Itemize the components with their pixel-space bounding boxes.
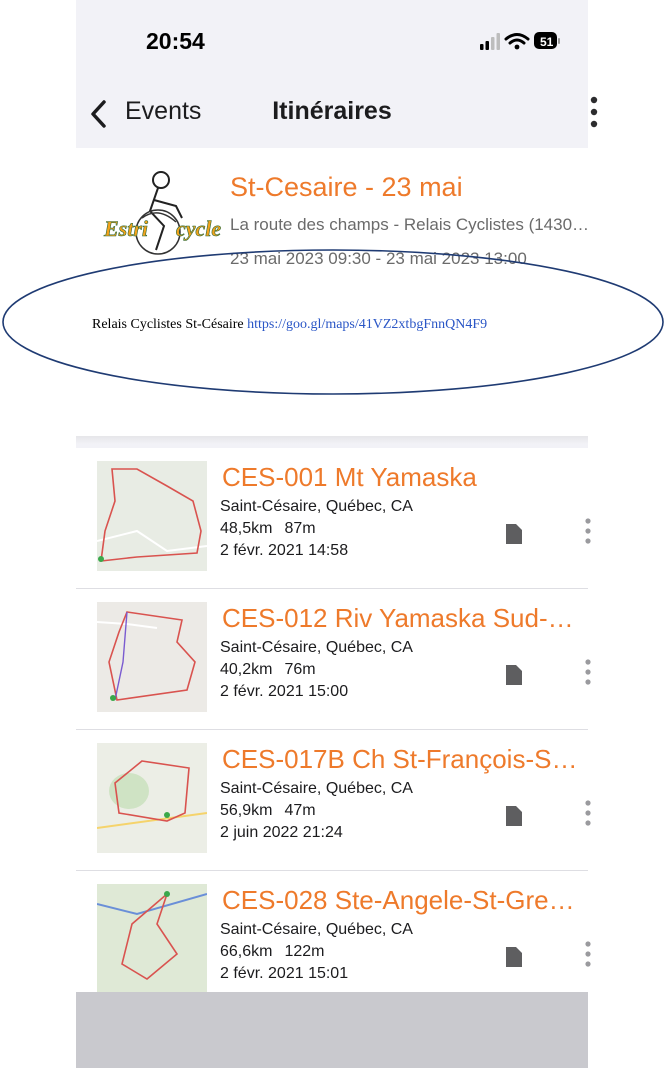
- list-item[interactable]: CES-012 Riv Yamaska Sud-St-Alexis Saint-…: [76, 589, 591, 730]
- route-stats: 66,6km 122m: [220, 943, 325, 961]
- route-map-thumbnail: [97, 884, 207, 994]
- route-elevation: 47m: [284, 802, 316, 819]
- route-location: Saint-Césaire, Québec, CA: [220, 498, 413, 515]
- file-icon[interactable]: [506, 806, 522, 826]
- maps-link[interactable]: https://goo.gl/maps/41VZ2xtbgFnnQN4F9: [247, 317, 487, 332]
- routes-list: CES-001 Mt Yamaska Saint-Césaire, Québec…: [76, 448, 591, 1011]
- route-date: 2 févr. 2021 15:00: [220, 683, 349, 700]
- route-distance: 66,6km: [220, 943, 273, 960]
- route-stats: 56,9km 47m: [220, 802, 316, 820]
- more-options-icon[interactable]: [585, 940, 591, 968]
- route-elevation: 87m: [284, 520, 316, 537]
- route-title: CES-017B Ch St-François-St-Paul: [222, 744, 584, 774]
- route-title: CES-028 Ste-Angele-St-Gregoire: [222, 885, 584, 915]
- route-elevation: 122m: [284, 943, 325, 960]
- route-date: 2 juin 2022 21:24: [220, 824, 343, 841]
- route-location: Saint-Césaire, Québec, CA: [220, 780, 413, 797]
- event-description: Relais Cyclistes St-Césaire https://goo.…: [92, 317, 487, 333]
- description-text: Relais Cyclistes St-Césaire: [92, 317, 244, 332]
- route-map-thumbnail: [97, 602, 207, 712]
- route-stats: 48,5km 87m: [220, 520, 316, 538]
- route-distance: 40,2km: [220, 661, 273, 678]
- route-date: 2 févr. 2021 14:58: [220, 542, 349, 559]
- route-date: 2 févr. 2021 15:01: [220, 965, 349, 982]
- route-map-thumbnail: [97, 743, 207, 853]
- highlight-ellipse: [2, 249, 664, 395]
- route-elevation: 76m: [284, 661, 316, 678]
- route-location: Saint-Césaire, Québec, CA: [220, 639, 413, 656]
- list-item[interactable]: CES-001 Mt Yamaska Saint-Césaire, Québec…: [76, 448, 591, 589]
- route-title: CES-012 Riv Yamaska Sud-St-Alexis: [222, 603, 584, 633]
- route-map-thumbnail: [97, 461, 207, 571]
- route-distance: 48,5km: [220, 520, 273, 537]
- bottom-bar: [76, 992, 588, 1068]
- file-icon[interactable]: [506, 665, 522, 685]
- list-item[interactable]: CES-028 Ste-Angele-St-Gregoire Saint-Cés…: [76, 871, 591, 1011]
- route-location: Saint-Césaire, Québec, CA: [220, 921, 413, 938]
- file-icon[interactable]: [506, 947, 522, 967]
- section-divider: [76, 436, 588, 444]
- more-options-icon[interactable]: [585, 658, 591, 686]
- list-item[interactable]: CES-017B Ch St-François-St-Paul Saint-Cé…: [76, 730, 591, 871]
- route-distance: 56,9km: [220, 802, 273, 819]
- more-options-icon[interactable]: [585, 799, 591, 827]
- file-icon[interactable]: [506, 524, 522, 544]
- route-stats: 40,2km 76m: [220, 661, 316, 679]
- more-options-icon[interactable]: [585, 517, 591, 545]
- route-title: CES-001 Mt Yamaska: [222, 462, 477, 492]
